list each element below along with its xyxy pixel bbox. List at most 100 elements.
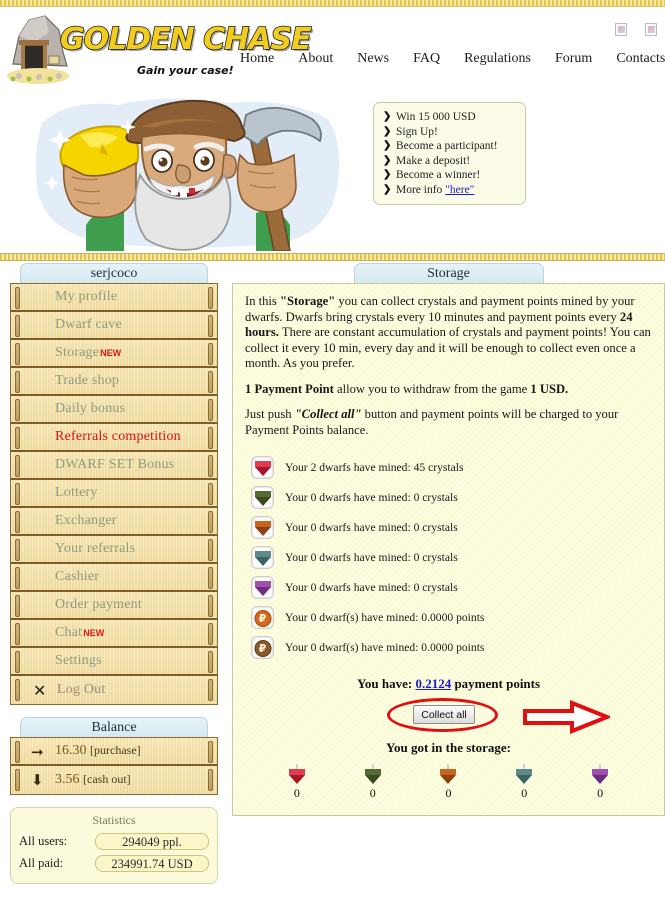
plank-rail-right-icon xyxy=(208,455,213,477)
payment-points-summary: You have: 0.2124 payment points xyxy=(245,676,652,692)
collect-button-zone: Collect all xyxy=(245,696,652,738)
arrow-right-icon: ➞ xyxy=(31,743,44,761)
promo-item-win: Win 15 000 USD xyxy=(383,110,517,125)
mined-row-text: Your 0 dwarfs have mined: 0 crystals xyxy=(285,490,458,504)
plank-rail-left-icon xyxy=(15,567,20,589)
plank-rail-right-icon xyxy=(208,679,213,701)
collect-all-button[interactable]: Collect all xyxy=(413,705,475,724)
nav-item-faq[interactable]: FAQ xyxy=(413,51,440,67)
plank-rail-right-icon xyxy=(208,427,213,449)
sidebar-item-your-referrals[interactable]: Your referrals xyxy=(11,536,217,564)
balance-amount: 16.30 xyxy=(55,743,87,758)
statistics-row-all-users: All users: 294049 ppl. xyxy=(19,833,209,850)
sidebar-item-cashier[interactable]: Cashier xyxy=(11,564,217,592)
sidebar-item-dwarf-cave[interactable]: Dwarf cave xyxy=(11,312,217,340)
plank-rail-left-icon xyxy=(15,769,20,791)
close-x-icon: ✕ xyxy=(33,681,47,700)
mined-row-green-crystal: Your 0 dwarfs have mined: 0 crystals xyxy=(245,482,652,512)
payment-points-value-link[interactable]: 0.2124 xyxy=(415,676,451,691)
storage-got-title: You got in the storage: xyxy=(386,740,511,755)
mined-row-purple-crystal: Your 0 dwarfs have mined: 0 crystals xyxy=(245,572,652,602)
new-badge: NEW xyxy=(100,348,122,358)
sidebar-item-log-out[interactable]: ✕ Log Out xyxy=(11,676,217,704)
nav-item-contacts[interactable]: Contacts xyxy=(616,51,665,67)
nav-item-news[interactable]: News xyxy=(357,51,389,67)
nav-item-about[interactable]: About xyxy=(298,51,333,67)
sidebar-item-storage[interactable]: Storage NEW xyxy=(11,340,217,368)
plank-rail-left-icon xyxy=(15,343,20,365)
nav-item-home[interactable]: Home xyxy=(240,51,274,67)
mined-row-text: Your 2 dwarfs have mined: 45 crystals xyxy=(285,460,464,474)
plank-rail-right-icon xyxy=(208,595,213,617)
green-crystal-icon xyxy=(251,485,274,509)
balance-tab: Balance xyxy=(20,717,208,737)
promo-item-participant: Become a participant! xyxy=(383,139,517,154)
sidebar-item-label: Exchanger xyxy=(55,513,117,528)
sidebar-item-referrals-competition[interactable]: Referrals competition xyxy=(11,424,217,452)
mined-row-text: Your 0 dwarf(s) have mined: 0.0000 point… xyxy=(285,610,485,624)
storage-gem-row: 0 0 0 0 0 xyxy=(245,764,652,801)
plank-rail-right-icon xyxy=(208,343,213,365)
statistics-label: All users: xyxy=(19,834,68,848)
balance-tag: [cash out] xyxy=(83,772,131,786)
balance-purchase-value: 16.30 [purchase] xyxy=(55,743,141,759)
teal-crystal-icon xyxy=(516,764,533,784)
sidebar-item-dwarf-set-bonus[interactable]: DWARF SET Bonus xyxy=(11,452,217,480)
nav-item-forum[interactable]: Forum xyxy=(555,51,592,67)
balance-row-cashout[interactable]: ⬇ 3.56 [cash out] xyxy=(11,766,217,794)
plank-rail-right-icon xyxy=(208,511,213,533)
sidebar-item-chat[interactable]: Chat NEW xyxy=(11,620,217,648)
broken-image-icon-2[interactable] xyxy=(645,23,657,36)
collect-text-a: Just push xyxy=(245,407,295,421)
sidebar-item-my-profile[interactable]: My profile xyxy=(11,284,217,312)
promo-here-link[interactable]: "here" xyxy=(445,184,474,196)
promo-item-signup: Sign Up! xyxy=(383,125,517,140)
plank-rail-right-icon xyxy=(208,371,213,393)
plank-rail-left-icon xyxy=(15,483,20,505)
plank-rail-right-icon xyxy=(208,651,213,673)
plank-rail-right-icon xyxy=(208,623,213,645)
orange-crystal-icon xyxy=(251,515,274,539)
sidebar-item-lottery[interactable]: Lottery xyxy=(11,480,217,508)
sidebar-item-label: Chat xyxy=(55,625,83,640)
sidebar-item-trade-shop[interactable]: Trade shop xyxy=(11,368,217,396)
top-decorative-band xyxy=(0,0,665,7)
statistics-title: Statistics xyxy=(92,813,136,827)
corner-icon-group xyxy=(615,23,657,36)
statistics-value: 294049 ppl. xyxy=(95,833,209,850)
coin-glyph: ₽ xyxy=(254,609,271,627)
sidebar-menu: My profile Dwarf cave Storage NEW Trade … xyxy=(10,283,218,705)
sidebar-item-order-payment[interactable]: Order payment xyxy=(11,592,217,620)
collect-all-emphasis: "Collect all" xyxy=(294,407,362,421)
sidebar-item-exchanger[interactable]: Exchanger xyxy=(11,508,217,536)
plank-rail-right-icon xyxy=(208,769,213,791)
site-header: GOLDEN CHASE Gain your case! Home About … xyxy=(0,7,665,93)
intro-storage-bold: "Storage" xyxy=(279,294,336,308)
payment-usd-bold: 1 USD. xyxy=(530,381,569,396)
logo-slogan: Gain your case! xyxy=(137,64,234,77)
sidebar-item-label: Lottery xyxy=(55,485,98,500)
mined-row-teal-crystal: Your 0 dwarfs have mined: 0 crystals xyxy=(245,542,652,572)
sidebar-item-label: My profile xyxy=(55,289,118,304)
mined-row-orange-crystal: Your 0 dwarfs have mined: 0 crystals xyxy=(245,512,652,542)
balance-row-purchase[interactable]: ➞ 16.30 [purchase] xyxy=(11,738,217,766)
sidebar-item-daily-bonus[interactable]: Daily bonus xyxy=(11,396,217,424)
site-logo[interactable]: GOLDEN CHASE Gain your case! xyxy=(5,10,312,90)
sidebar-item-label: Your referrals xyxy=(55,541,136,556)
plank-rail-right-icon xyxy=(208,483,213,505)
mined-row-text: Your 0 dwarf(s) have mined: 0.0000 point… xyxy=(285,640,485,654)
sidebar-item-settings[interactable]: Settings xyxy=(11,648,217,676)
promo-item-more-info: More info "here" xyxy=(383,183,517,198)
storage-cell-orange: 0 xyxy=(426,764,470,801)
broken-image-icon-1[interactable] xyxy=(615,23,627,36)
intro-text-e: There are constant accumulation of cryst… xyxy=(245,325,651,370)
new-badge: NEW xyxy=(83,628,105,638)
sidebar-item-label: Log Out xyxy=(57,682,106,697)
promo-box: Win 15 000 USD Sign Up! Become a partici… xyxy=(373,102,526,205)
mined-row-text: Your 0 dwarfs have mined: 0 crystals xyxy=(285,520,458,534)
nav-item-regulations[interactable]: Regulations xyxy=(464,51,531,67)
mined-row-text: Your 0 dwarfs have mined: 0 crystals xyxy=(285,550,458,564)
storage-intro-paragraph: In this "Storage" you can collect crysta… xyxy=(245,294,652,372)
plank-rail-left-icon xyxy=(15,455,20,477)
